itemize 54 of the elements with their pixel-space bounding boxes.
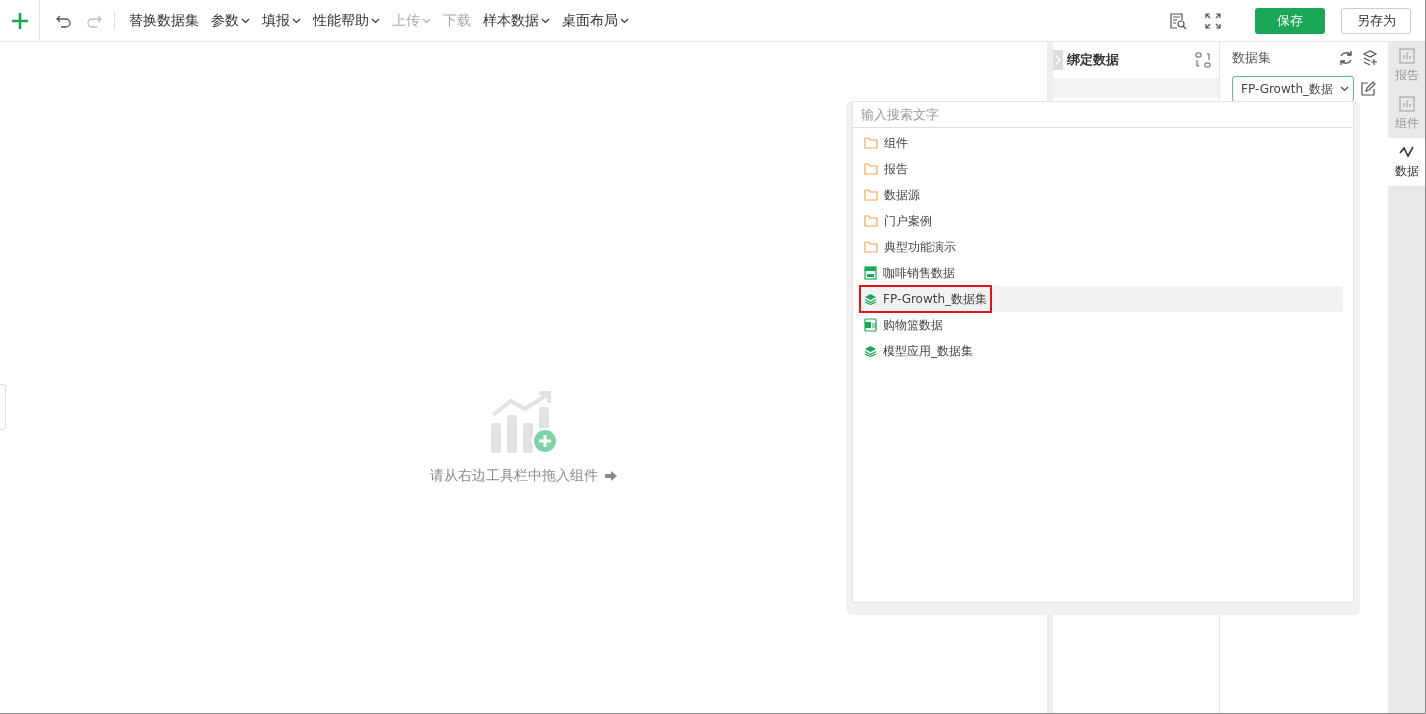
folder-icon xyxy=(864,241,878,253)
caret-icon xyxy=(620,17,629,24)
fullscreen-icon xyxy=(1205,12,1221,29)
dataset-option[interactable]: FP-Growth_数据集 xyxy=(859,286,1343,312)
chart-add-icon xyxy=(488,390,559,455)
refresh-icon[interactable] xyxy=(1338,50,1354,66)
sql-file-icon xyxy=(864,266,877,280)
layers-icon xyxy=(864,293,877,305)
plus-icon xyxy=(10,11,29,30)
folder-icon xyxy=(864,137,878,149)
add-dataset-icon[interactable] xyxy=(1362,50,1378,66)
dataset-option[interactable]: 组件 xyxy=(859,130,1343,156)
tab-icon xyxy=(1398,144,1415,160)
save-as-button[interactable]: 另存为 xyxy=(1341,7,1411,34)
dataset-option[interactable]: 典型功能演示 xyxy=(859,234,1343,260)
panel-title: 绑定数据 xyxy=(1067,51,1120,69)
caret-icon xyxy=(241,17,250,24)
caret-icon xyxy=(292,17,301,24)
document-search-icon xyxy=(1169,11,1187,30)
panel-handle[interactable] xyxy=(0,384,6,430)
search-field[interactable]: 输入搜索文字 xyxy=(853,102,1353,128)
empty-canvas-hint: 请从右边工具栏中拖入组件 xyxy=(429,466,598,485)
menu-button[interactable]: 样本数据 xyxy=(477,7,556,34)
folder-icon xyxy=(864,163,878,175)
spreadsheet-icon xyxy=(864,318,877,332)
dataset-option[interactable]: 数据源 xyxy=(859,182,1343,208)
tab-icon xyxy=(1398,48,1415,64)
chevron-right-icon xyxy=(1055,55,1061,65)
dataset-option[interactable]: 模型应用_数据集 xyxy=(859,338,1343,364)
dataset-option[interactable]: 咖啡销售数据 xyxy=(859,260,1343,286)
caret-icon xyxy=(422,17,431,24)
menu-button[interactable]: 填报 xyxy=(256,7,307,34)
collapse-toggle[interactable] xyxy=(1053,50,1063,70)
menu-button[interactable]: 参数 xyxy=(205,7,256,34)
caret-icon xyxy=(1340,86,1349,92)
tab-icon xyxy=(1398,96,1415,112)
folder-icon xyxy=(864,215,878,227)
menu-button[interactable]: 替换数据集 xyxy=(123,7,205,34)
undo-icon xyxy=(56,13,72,28)
folder-icon xyxy=(864,189,878,201)
menu-button[interactable]: 性能帮助 xyxy=(307,7,386,34)
redo-icon xyxy=(86,13,102,28)
dataset-option[interactable]: 购物篮数据 xyxy=(859,312,1343,338)
layers-icon xyxy=(864,345,877,357)
edit-icon[interactable] xyxy=(1360,81,1376,97)
panel-title: 数据集 xyxy=(1232,49,1272,67)
side-tab[interactable]: 数据 xyxy=(1388,138,1425,186)
caret-icon xyxy=(371,17,380,24)
caret-icon xyxy=(541,17,550,24)
menu-button[interactable]: 桌面布局 xyxy=(556,7,635,34)
dataset-option[interactable]: 报告 xyxy=(859,156,1343,182)
dataset-option[interactable]: 门户案例 xyxy=(859,208,1343,234)
swap-icon[interactable] xyxy=(1195,52,1211,68)
arrow-right-icon xyxy=(603,469,618,482)
